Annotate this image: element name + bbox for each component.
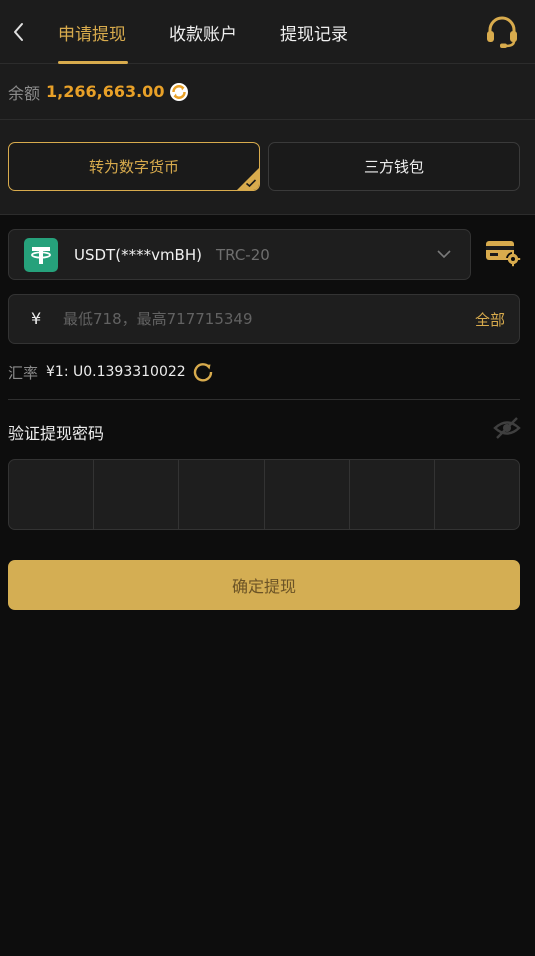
chevron-down-icon: [437, 250, 451, 259]
currency-symbol: ¥: [31, 309, 42, 328]
refresh-rate-icon[interactable]: [192, 361, 214, 383]
method-label: 转为数字货币: [88, 158, 179, 176]
tab-label: 收款账户: [169, 24, 237, 45]
amount-field: ¥ 全部: [8, 294, 520, 344]
balance-bar: 余额 1,266,663.00: [0, 64, 535, 120]
confirm-withdraw-button[interactable]: 确定提现: [8, 560, 520, 610]
tab-withdraw-records[interactable]: 提现记录: [280, 0, 350, 64]
pin-cell[interactable]: [94, 460, 180, 529]
checkmark-icon: [245, 179, 257, 188]
top-nav: 申请提现 收款账户 提现记录: [0, 0, 535, 64]
pin-cell[interactable]: [9, 460, 95, 529]
customer-service-headset-icon[interactable]: [484, 15, 520, 49]
password-pin-input[interactable]: [8, 459, 520, 530]
balance-value: 1,266,663.00: [46, 82, 165, 101]
pin-cell[interactable]: [350, 460, 435, 529]
password-section-title: 验证提现密码: [8, 424, 105, 443]
chevron-left-icon: [14, 23, 23, 41]
pin-cell[interactable]: [435, 460, 519, 529]
divider: [8, 399, 520, 400]
rate-label: 汇率: [8, 363, 39, 382]
method-third-party-wallet-button[interactable]: 三方钱包: [268, 142, 520, 191]
back-button[interactable]: [6, 16, 30, 48]
tab-receiving-account[interactable]: 收款账户: [169, 0, 239, 64]
tab-label: 申请提现: [58, 24, 126, 45]
currency-name: USDT(****vmBH): [74, 245, 202, 264]
withdraw-all-button[interactable]: 全部: [475, 309, 505, 330]
tab-label: 提现记录: [280, 24, 348, 45]
card-settings-icon[interactable]: [485, 238, 521, 268]
method-crypto-button[interactable]: 转为数字货币: [8, 142, 260, 191]
tab-apply-withdraw[interactable]: 申请提现: [58, 0, 128, 64]
amount-input[interactable]: [63, 304, 443, 334]
rate-value: ¥1: U0.1393310022: [46, 364, 186, 380]
usdt-tether-icon: [24, 237, 58, 272]
withdraw-method-area: 转为数字货币 三方钱包: [0, 120, 535, 215]
exchange-rate-row: 汇率 ¥1: U0.1393310022: [8, 360, 214, 384]
currency-select[interactable]: USDT(****vmBH) TRC-20: [8, 229, 471, 280]
currency-network: TRC-20: [215, 245, 270, 264]
eye-hidden-icon[interactable]: [493, 416, 521, 440]
refresh-balance-icon[interactable]: [168, 81, 190, 103]
pin-cell[interactable]: [265, 460, 350, 529]
method-label: 三方钱包: [363, 158, 424, 176]
pin-cell[interactable]: [179, 460, 265, 529]
balance-label: 余额: [8, 83, 41, 103]
